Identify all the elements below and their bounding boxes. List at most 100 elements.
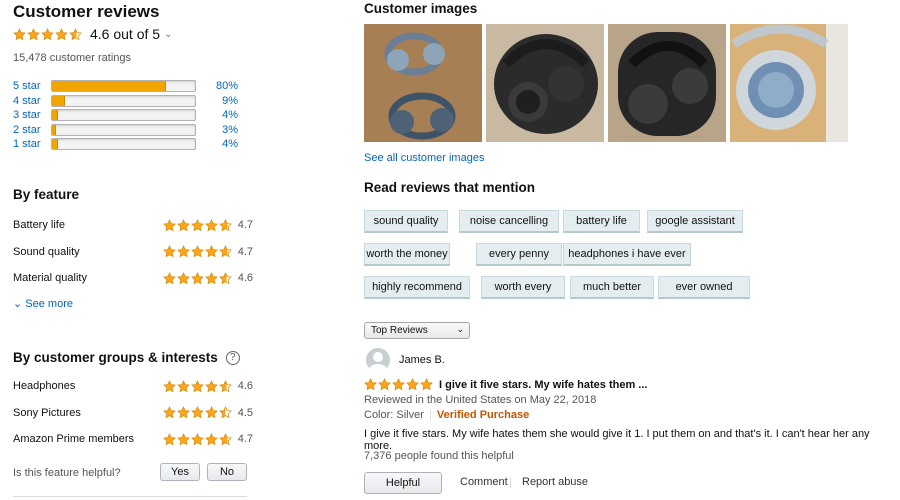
mention-chip[interactable]: worth every xyxy=(481,276,565,299)
review-attributes: Color: Silver Verified Purchase xyxy=(364,409,529,421)
histogram-percent[interactable]: 4% xyxy=(208,109,238,121)
star-icon xyxy=(162,406,176,419)
customer-reviews-heading: Customer reviews xyxy=(13,2,160,21)
histogram-row[interactable]: 3 star 4% xyxy=(13,108,243,122)
histogram-fill xyxy=(52,139,58,150)
histogram-row[interactable]: 1 star 4% xyxy=(13,137,243,151)
star-icon xyxy=(420,378,433,391)
help-icon[interactable]: ? xyxy=(225,350,240,365)
star-icon xyxy=(204,271,218,284)
rating-row: Amazon Prime members 4.7 xyxy=(13,431,253,447)
star-icon xyxy=(204,432,218,445)
rating-row-value: 4.7 xyxy=(237,219,253,231)
customer-groups-heading: By customer groups & interests ? xyxy=(13,350,240,365)
histogram-bar[interactable] xyxy=(51,123,196,136)
histogram-label[interactable]: 4 star xyxy=(13,95,51,107)
histogram-label[interactable]: 2 star xyxy=(13,124,51,136)
rating-row-stars-icon xyxy=(162,245,232,258)
mention-chip[interactable]: noise cancelling xyxy=(459,210,559,233)
rating-row: Sound quality 4.7 xyxy=(13,244,253,260)
rating-row-name: Battery life xyxy=(13,219,65,231)
rating-row-name: Sound quality xyxy=(13,245,80,258)
histogram-percent[interactable]: 9% xyxy=(208,95,238,107)
headphones-photo-3 xyxy=(608,24,726,142)
star-icon xyxy=(190,432,204,445)
chevron-down-icon: ⌄ xyxy=(164,28,173,40)
star-icon xyxy=(204,379,218,392)
review-author[interactable]: James B. xyxy=(399,354,445,366)
star-icon xyxy=(176,218,190,231)
review-meta: Reviewed in the United States on May 22,… xyxy=(364,394,597,406)
star-icon xyxy=(13,27,26,40)
rating-row-stars-icon xyxy=(162,379,232,393)
star-icon xyxy=(364,378,377,391)
rating-row-value: 4.7 xyxy=(237,245,253,258)
star-icon xyxy=(27,27,40,40)
report-abuse-link[interactable]: Report abuse xyxy=(522,476,588,488)
headphones-photo-2 xyxy=(486,24,604,142)
histogram-row[interactable]: 5 star 80% xyxy=(13,79,243,93)
histogram-fill xyxy=(52,81,167,91)
star-icon xyxy=(204,406,218,419)
avatar xyxy=(366,348,390,372)
mention-chip[interactable]: google assistant xyxy=(647,210,743,233)
helpful-button[interactable]: Helpful xyxy=(364,472,442,494)
star-icon xyxy=(218,379,232,392)
mention-chip[interactable]: much better xyxy=(570,276,654,299)
mention-chip[interactable]: headphones i have ever xyxy=(563,243,691,266)
rating-row-stars-icon xyxy=(162,432,232,446)
star-icon xyxy=(176,271,190,284)
histogram-percent[interactable]: 3% xyxy=(208,124,238,136)
divider xyxy=(13,496,247,497)
star-icon xyxy=(162,432,176,445)
star-icon xyxy=(190,245,204,258)
star-icon xyxy=(190,406,204,419)
mention-chip[interactable]: highly recommend xyxy=(364,276,470,299)
histogram-bar[interactable] xyxy=(51,109,196,122)
mention-chip[interactable]: every penny xyxy=(476,243,562,266)
star-icon xyxy=(406,378,419,391)
rating-row-value: 4.6 xyxy=(237,272,253,284)
histogram-percent[interactable]: 80% xyxy=(208,80,238,92)
sort-selected-value: Top Reviews xyxy=(371,325,428,336)
divider xyxy=(429,409,431,421)
star-icon xyxy=(190,379,204,392)
mention-chip[interactable]: sound quality xyxy=(364,210,448,233)
histogram-percent[interactable]: 4% xyxy=(208,138,238,150)
mention-chip[interactable]: ever owned xyxy=(658,276,750,299)
sort-dropdown[interactable]: Top Reviews ⌄ xyxy=(364,322,470,339)
histogram-label[interactable]: 3 star xyxy=(13,109,51,121)
customer-image-2[interactable] xyxy=(486,24,604,142)
see-all-images-link[interactable]: See all customer images xyxy=(364,152,484,164)
customer-image-3[interactable] xyxy=(608,24,726,142)
histogram-bar[interactable] xyxy=(51,80,196,92)
star-icon xyxy=(162,271,176,284)
histogram-bar[interactable] xyxy=(51,138,196,151)
rating-row-stars-icon xyxy=(162,271,232,285)
customer-image-4[interactable] xyxy=(730,24,848,142)
histogram-label[interactable]: 1 star xyxy=(13,138,51,150)
headphones-photo-1 xyxy=(364,24,482,142)
customer-image-1[interactable] xyxy=(364,24,482,142)
review-title[interactable]: I give it five stars. My wife hates them… xyxy=(439,379,647,391)
star-icon xyxy=(162,218,176,231)
comment-link[interactable]: Comment xyxy=(460,476,508,488)
chevron-down-icon: ⌄ xyxy=(13,298,23,310)
rating-row-value: 4.5 xyxy=(237,406,253,419)
mention-chip[interactable]: battery life xyxy=(563,210,640,233)
histogram-label[interactable]: 5 star xyxy=(13,80,51,92)
customer-images-heading: Customer images xyxy=(364,1,478,16)
yes-button[interactable]: Yes xyxy=(160,463,200,481)
rating-row-stars-icon xyxy=(162,406,232,419)
rating-row-value: 4.6 xyxy=(237,380,253,392)
histogram-fill xyxy=(52,95,65,106)
star-icon xyxy=(162,245,176,258)
average-rating[interactable]: 4.6 out of 5 ⌄ xyxy=(13,26,172,42)
histogram-row[interactable]: 2 star 3% xyxy=(13,123,243,137)
no-button[interactable]: No xyxy=(207,463,247,481)
see-more-link[interactable]: ⌄ See more xyxy=(13,297,73,310)
histogram-row[interactable]: 4 star 9% xyxy=(13,94,243,108)
total-ratings: 15,478 customer ratings xyxy=(13,52,132,64)
mention-chip[interactable]: worth the money xyxy=(364,243,450,266)
histogram-bar[interactable] xyxy=(51,94,196,107)
